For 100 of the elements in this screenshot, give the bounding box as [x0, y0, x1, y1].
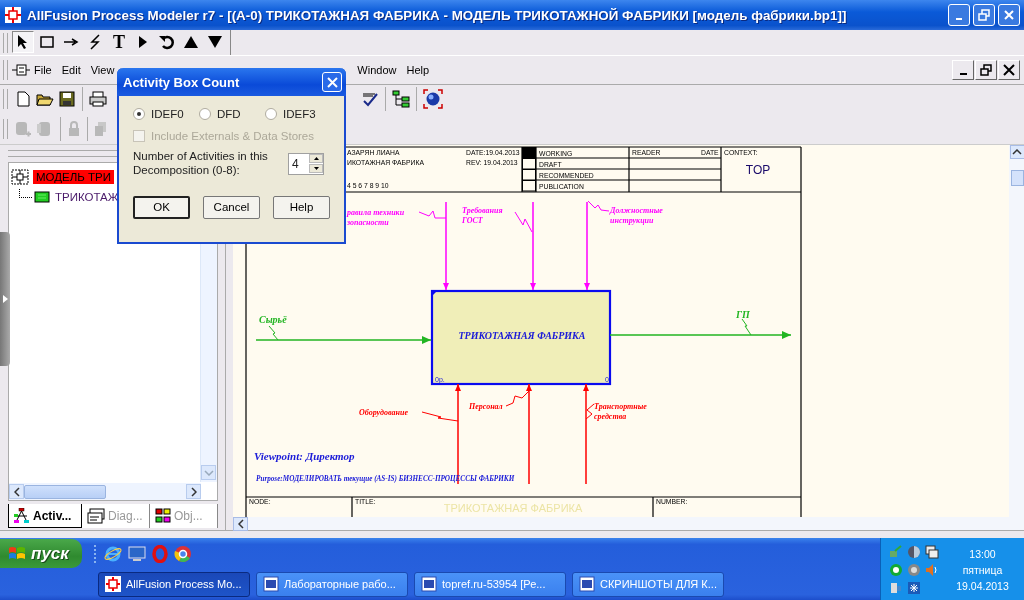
- scroll-up-button[interactable]: [1009, 145, 1024, 159]
- chrome-icon[interactable]: [174, 544, 192, 563]
- pointer-tool-button[interactable]: [12, 31, 34, 53]
- radio-button[interactable]: [199, 108, 211, 120]
- text-tool-button[interactable]: T: [108, 31, 130, 53]
- hierarchy-icon: [14, 507, 30, 524]
- menu-item[interactable]: File: [34, 64, 52, 76]
- radio-button[interactable]: [133, 108, 145, 120]
- arrow-label: Должностные инструкции: [610, 206, 663, 225]
- viewpoint-text: Viewpoint: Директор: [254, 450, 355, 462]
- tree-item[interactable]: МОДЕЛЬ ТРИ: [33, 170, 114, 184]
- expand-arrow-icon: [2, 295, 8, 303]
- document-icon: [421, 576, 437, 592]
- lock-icon: [67, 120, 81, 137]
- leader-line: [587, 200, 610, 212]
- arrow-label: равила техники зопасности: [347, 208, 405, 227]
- leader-line: [585, 403, 595, 420]
- arrow-icon: [63, 37, 79, 47]
- up-triangle-icon: [184, 36, 198, 48]
- minimize-button[interactable]: [952, 60, 974, 80]
- dialog-button[interactable]: Help: [273, 195, 330, 219]
- decrement-icon[interactable]: [309, 164, 323, 174]
- tree-button[interactable]: [385, 87, 412, 111]
- dialog-title: Activity Box Count: [123, 74, 240, 90]
- scroll-left-button[interactable]: [233, 517, 248, 531]
- rotate-icon: [159, 34, 175, 50]
- minimize-icon: [956, 18, 962, 20]
- scrollbar-thumb[interactable]: [1010, 170, 1024, 186]
- print-button[interactable]: [82, 87, 109, 111]
- context-text: TOP: [745, 163, 771, 177]
- increment-icon[interactable]: [309, 154, 323, 164]
- model-icon: [11, 169, 29, 185]
- leader-line: [268, 325, 279, 341]
- app-logo-icon: [105, 576, 121, 592]
- menu-item[interactable]: Edit: [61, 64, 81, 76]
- device-icon[interactable]: [889, 580, 903, 595]
- document-icon: [12, 63, 30, 77]
- menu-item[interactable]: Window: [357, 64, 397, 76]
- vertical-scrollbar[interactable]: [1009, 145, 1024, 517]
- clock-time: 13:00: [969, 547, 996, 560]
- record-icon[interactable]: [889, 562, 903, 577]
- activity-name: ТРИКОТАЖНАЯ ФАБРИКА: [458, 330, 586, 341]
- close-icon: [1003, 64, 1015, 76]
- play-icon: [138, 35, 148, 49]
- scrollbar-thumb[interactable]: [24, 484, 106, 499]
- blank-page-icon: [16, 91, 30, 107]
- arrow-label: Персонал: [469, 402, 503, 411]
- chevron-left-icon: [13, 486, 20, 497]
- dialog-button[interactable]: OK: [133, 195, 190, 219]
- gear-icon[interactable]: [907, 562, 921, 577]
- globe-icon: [423, 89, 443, 109]
- check-mark-icon: [361, 91, 379, 107]
- taskbar-button[interactable]: AllFusion Process Mo...: [98, 571, 250, 597]
- close-icon: [326, 76, 338, 88]
- chevron-down-icon: [203, 469, 214, 476]
- restore-icon: [978, 9, 990, 21]
- scroll-right-button[interactable]: [186, 484, 201, 499]
- radio-option[interactable]: IDEF3: [265, 108, 321, 120]
- rectangle-icon: [40, 36, 54, 48]
- dock-handle[interactable]: [0, 232, 10, 366]
- blocks-icon: [155, 508, 171, 524]
- browser-icon[interactable]: [104, 544, 122, 563]
- count-spinner[interactable]: 4: [288, 152, 324, 175]
- clock-day: пятница: [962, 563, 1003, 576]
- menu-item[interactable]: View: [90, 64, 115, 76]
- chevron-left-icon: [237, 519, 244, 529]
- count-label: Number of Activities in this Decomposition (0-8):: [133, 150, 269, 178]
- horizontal-scrollbar[interactable]: [9, 483, 201, 500]
- menu-item[interactable]: Help: [406, 64, 430, 76]
- radio-option[interactable]: IDEF0: [133, 108, 189, 120]
- close-button[interactable]: [998, 60, 1020, 80]
- panel-tab[interactable]: Activ...: [8, 504, 82, 528]
- start-button[interactable]: пуск: [0, 539, 82, 568]
- restore-button[interactable]: [975, 60, 997, 80]
- clock-date: 19.04.2013: [956, 579, 1009, 592]
- leader-line: [505, 390, 530, 407]
- tree-icon: [392, 90, 410, 108]
- horizontal-scrollbar[interactable]: [233, 517, 1024, 530]
- diagram-icon: [34, 191, 50, 203]
- chevron-right-icon: [190, 486, 197, 497]
- leader-line: [418, 210, 447, 219]
- scroll-left-button[interactable]: [9, 484, 24, 499]
- radio-option[interactable]: DFD: [199, 108, 255, 120]
- add-box-icon: [14, 119, 32, 138]
- radio-button[interactable]: [265, 108, 277, 120]
- globe-button[interactable]: [416, 87, 445, 111]
- chevron-up-icon: [1012, 149, 1022, 155]
- leader-line: [514, 211, 533, 233]
- dialog-button[interactable]: Cancel: [203, 195, 260, 219]
- windows-icon[interactable]: [925, 544, 939, 559]
- document-icon: [263, 576, 279, 592]
- arrow-label: Транспортные средства: [594, 402, 647, 421]
- leader-line: [741, 318, 752, 336]
- copy-icon: [94, 120, 108, 137]
- speaker-icon[interactable]: [925, 562, 939, 577]
- down-triangle-icon: [208, 36, 222, 48]
- snowflake-icon[interactable]: [907, 580, 921, 595]
- pages-icon: [87, 508, 105, 524]
- half-circle-icon[interactable]: [907, 544, 921, 559]
- desktop-icon[interactable]: [128, 545, 146, 562]
